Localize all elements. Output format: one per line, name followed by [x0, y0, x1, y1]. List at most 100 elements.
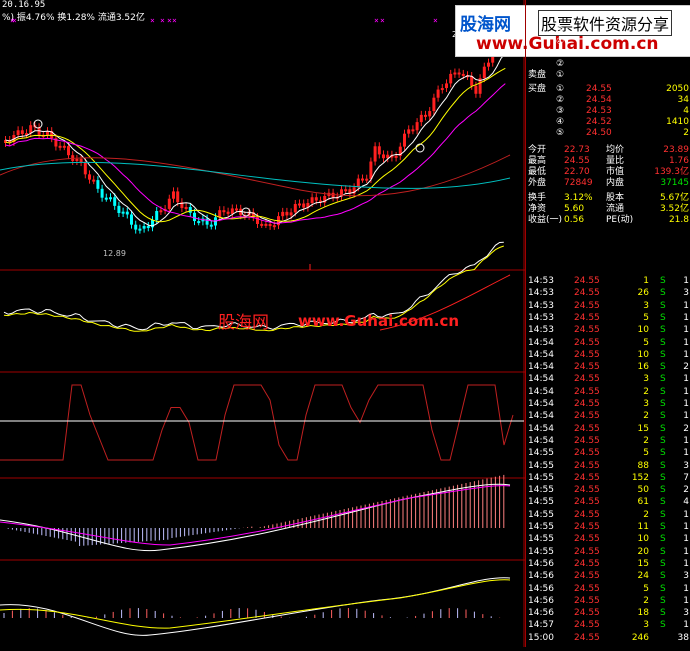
bid-row: ② 24.54 34: [528, 95, 689, 106]
tick-price: 24.55: [574, 571, 600, 582]
tick-volume: 1: [643, 276, 649, 286]
fund-value: 3.12%: [564, 193, 593, 203]
candle-body: [373, 146, 377, 162]
tick-row: 14:54 24.55 10 S 1: [528, 349, 689, 361]
tick-side: S: [660, 337, 666, 348]
ma-line-yellow: [5, 67, 506, 223]
tick-volume: 26: [637, 288, 649, 299]
candle-body: [188, 207, 192, 213]
tick-volume: 16: [637, 362, 649, 373]
tick-time: 15:00: [528, 632, 554, 643]
signal-circle: [415, 143, 425, 153]
candle-body: [419, 114, 423, 123]
tick-count: 4: [683, 497, 689, 508]
tick-price: 24.55: [574, 276, 600, 286]
candle-body: [436, 89, 440, 98]
tick-count: 1: [683, 374, 689, 385]
tick-price: 24.55: [574, 386, 600, 397]
tick-side: S: [660, 349, 666, 360]
candle-body: [16, 130, 20, 135]
candle-body: [104, 197, 108, 200]
tick-side: S: [660, 595, 666, 606]
bid-level: ①: [556, 84, 565, 94]
quote-row: 今开 22.73 均价 23.89: [528, 145, 689, 156]
tick-count: 2: [683, 423, 689, 434]
tick-time: 14:54: [528, 411, 554, 422]
tick-row: 14:55 24.55 11 S 1: [528, 521, 689, 533]
ask-row: ②: [528, 59, 689, 70]
tick-volume: 3: [643, 620, 649, 631]
tick-row: 14:57 24.55 3 S 1: [528, 619, 689, 631]
bid-level: ⑤: [556, 128, 565, 138]
tick-time: 14:55: [528, 497, 554, 508]
tick-time: 14:55: [528, 448, 554, 459]
tick-count: 1: [683, 534, 689, 545]
candle-body: [96, 180, 100, 189]
candle-body: [222, 210, 226, 213]
candle-body: [369, 161, 373, 179]
tick-price: 24.55: [574, 448, 600, 459]
quote-value: 23.89: [663, 145, 689, 155]
tick-row: 14:55 24.55 61 S 4: [528, 496, 689, 508]
tick-side: S: [660, 386, 666, 397]
tick-price: 24.55: [574, 522, 600, 532]
tick-row: 14:54 24.55 15 S 2: [528, 423, 689, 435]
tick-volume: 20: [637, 546, 649, 557]
fund-value: 5.67亿: [659, 193, 689, 203]
bid-volume: 4: [683, 106, 689, 116]
candle-body: [155, 211, 159, 221]
panel5-line-yellow: [0, 579, 511, 629]
candle-body: [142, 226, 146, 229]
tick-price: 24.55: [574, 349, 600, 360]
candle-body: [167, 198, 171, 209]
tick-price: 24.55: [574, 497, 600, 508]
bid-level: ④: [556, 117, 565, 127]
quote-value: 22.73: [564, 145, 590, 155]
candle-body: [184, 207, 188, 210]
tick-price: 24.55: [574, 583, 600, 594]
candle-body: [109, 197, 112, 200]
tick-price: 24.55: [574, 620, 600, 631]
fundamental-row: 收益(一) 0.56 PE(动) 21.8: [528, 215, 689, 226]
tick-time: 14:56: [528, 608, 554, 619]
fund-value: 3.52亿: [659, 204, 689, 214]
candle-body: [268, 224, 272, 227]
candle-body: [79, 158, 83, 163]
tick-volume: 3: [643, 300, 649, 311]
tick-price: 24.55: [574, 485, 600, 496]
bid-volume: 2: [683, 128, 689, 138]
candle-body: [117, 205, 121, 214]
candle-body: [113, 197, 117, 206]
tick-count: 1: [683, 399, 689, 409]
tick-side: S: [660, 423, 666, 434]
tick-volume: 152: [631, 472, 649, 483]
tick-volume: 5: [643, 583, 649, 594]
fund-label: 换手: [528, 193, 547, 203]
tick-count: 1: [683, 583, 689, 594]
tick-volume: 3: [643, 374, 649, 385]
tick-volume: 2: [643, 509, 649, 520]
candle-body: [121, 211, 125, 214]
candle-body: [415, 122, 419, 131]
tick-price: 24.55: [574, 546, 600, 557]
tick-time: 14:55: [528, 460, 554, 471]
tick-volume: 88: [637, 460, 649, 471]
candle-body: [209, 224, 213, 227]
tick-side: S: [660, 583, 666, 594]
tick-row: 14:53 24.55 10 S 1: [528, 324, 689, 336]
candle-body: [487, 62, 490, 67]
candle-body: [428, 111, 432, 117]
tick-volume: 2: [643, 411, 649, 422]
tick-time: 14:53: [528, 300, 554, 311]
tick-price: 24.55: [574, 534, 600, 545]
tick-time: 14:53: [528, 276, 554, 286]
bid-price: 24.50: [586, 128, 612, 138]
tick-count: 1: [683, 435, 689, 446]
quote-value: 1.76: [668, 156, 689, 166]
candle-body: [449, 73, 453, 84]
tick-row: 14:55 24.55 5 S 1: [528, 447, 689, 459]
quote-label: 最低: [528, 167, 547, 177]
tick-volume: 246: [631, 632, 649, 643]
candle-body: [226, 211, 230, 214]
candle-body: [281, 211, 285, 217]
